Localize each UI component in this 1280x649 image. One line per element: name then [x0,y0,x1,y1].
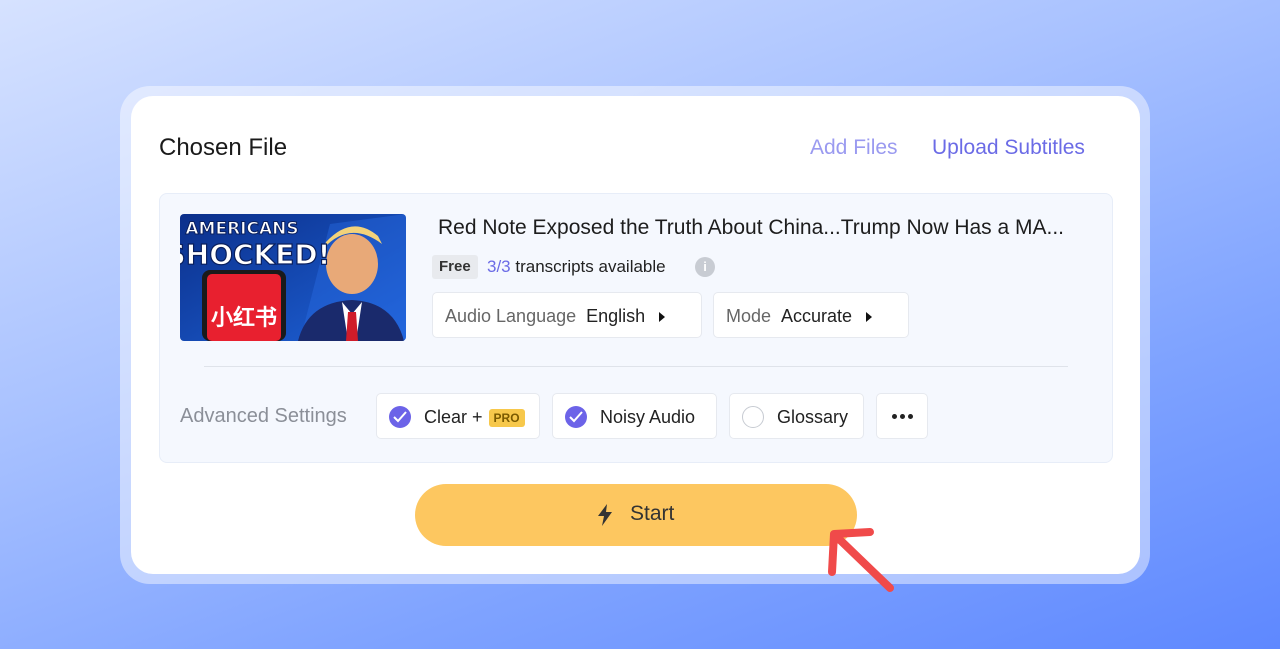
add-files-link[interactable]: Add Files [810,136,898,160]
transcripts-text: transcripts available [515,257,666,276]
clear-plus-option[interactable]: Clear + PRO [376,393,540,439]
audio-language-label: Audio Language [445,306,577,326]
transcripts-count: 3/3 [487,257,511,276]
more-dot [900,414,905,419]
file-panel: 小红书 AMERICANS SHOCKED! Red Note Exposed … [159,193,1113,463]
start-label: Start [630,502,675,525]
more-dot [892,414,897,419]
caret-right-icon [866,312,873,323]
thumbnail-line-1: AMERICANS [185,219,298,239]
thumbnail-app-text: 小红书 [211,305,277,331]
check-icon [389,406,411,428]
noisy-audio-option[interactable]: Noisy Audio [552,393,717,439]
start-button[interactable]: Start [415,484,857,546]
card-title: Chosen File [159,134,288,161]
transcripts-status: 3/3 transcripts available [487,257,666,277]
more-options-button[interactable] [876,393,928,439]
chosen-file-card: Chosen File Add Files Upload Subtitles 小… [131,96,1140,574]
thumbnail-line-2: SHOCKED! [180,238,330,271]
audio-language-value: English [586,306,646,326]
mode-label: Mode [726,306,772,326]
video-thumbnail: 小红书 AMERICANS SHOCKED! [180,214,406,341]
pro-badge: PRO [488,409,525,428]
divider [204,366,1068,367]
lightning-icon [598,504,612,526]
unchecked-circle-icon [742,406,764,428]
upload-subtitles-link[interactable]: Upload Subtitles [932,136,1085,160]
caret-right-icon [659,312,666,323]
mode-select[interactable]: Mode Accurate [713,292,909,338]
mode-value: Accurate [781,306,853,326]
file-name: Red Note Exposed the Truth About China..… [438,216,1065,239]
check-icon [565,406,587,428]
plan-badge: Free [432,255,478,279]
noisy-audio-label: Noisy Audio [600,407,696,427]
advanced-settings-label: Advanced Settings [180,405,347,427]
audio-language-select[interactable]: Audio Language English [432,292,702,338]
info-icon[interactable]: i [695,257,715,277]
glossary-option[interactable]: Glossary [729,393,864,439]
clear-plus-label: Clear + [424,407,483,427]
glossary-label: Glossary [777,407,849,427]
more-dot [908,414,913,419]
pointer-arrow-icon [828,528,894,592]
